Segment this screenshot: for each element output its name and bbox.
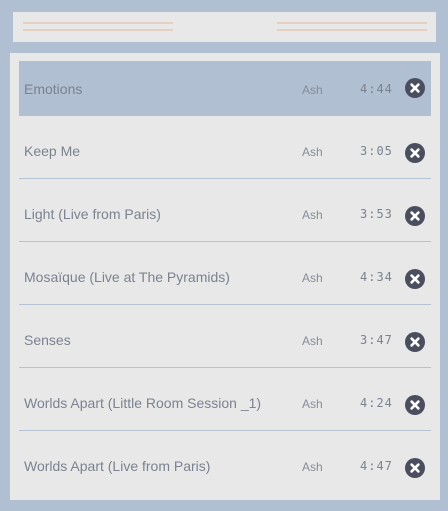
header-decoration-line	[277, 22, 427, 24]
remove-track-button[interactable]	[405, 269, 425, 289]
track-duration: 3:47	[360, 333, 393, 347]
track-duration: 4:24	[360, 396, 393, 410]
track-artist: Ash	[302, 271, 323, 285]
track-title: Worlds Apart (Live from Paris)	[24, 458, 211, 474]
track-row[interactable]: Worlds Apart (Little Room Session _1) As…	[19, 368, 431, 431]
track-artist: Ash	[302, 208, 323, 222]
track-title: Light (Live from Paris)	[24, 206, 161, 222]
track-duration: 4:47	[360, 459, 393, 473]
playlist-window: Emotions Ash 4:44 Keep Me Ash 3:05 Light…	[0, 0, 448, 511]
remove-track-button[interactable]	[405, 332, 425, 352]
track-artist: Ash	[302, 83, 323, 97]
playlist-panel: Emotions Ash 4:44 Keep Me Ash 3:05 Light…	[10, 53, 440, 500]
remove-track-button[interactable]	[405, 78, 425, 98]
header-decoration-line	[23, 22, 173, 24]
track-title: Senses	[24, 332, 71, 348]
track-duration: 4:34	[360, 270, 393, 284]
track-duration: 3:53	[360, 207, 393, 221]
track-title: Keep Me	[24, 143, 81, 159]
track-row[interactable]: Mosaïque (Live at The Pyramids) Ash 4:34	[19, 242, 431, 305]
remove-track-button[interactable]	[405, 143, 425, 163]
track-artist: Ash	[302, 145, 323, 159]
track-row[interactable]: Emotions Ash 4:44	[19, 61, 431, 116]
remove-track-button[interactable]	[405, 206, 425, 226]
header-decoration-line	[277, 29, 427, 31]
remove-track-button[interactable]	[405, 458, 425, 478]
track-duration: 3:05	[360, 144, 393, 158]
track-row[interactable]: Keep Me Ash 3:05	[19, 116, 431, 179]
close-icon	[410, 148, 420, 158]
track-title: Worlds Apart (Little Room Session _1)	[24, 395, 262, 411]
playlist-header	[13, 12, 436, 42]
close-icon	[410, 463, 420, 473]
track-duration: 4:44	[360, 82, 393, 96]
track-row[interactable]: Light (Live from Paris) Ash 3:53	[19, 179, 431, 242]
header-decoration-line	[23, 29, 173, 31]
track-artist: Ash	[302, 334, 323, 348]
close-icon	[410, 400, 420, 410]
close-icon	[410, 211, 420, 221]
track-artist: Ash	[302, 397, 323, 411]
close-icon	[410, 337, 420, 347]
track-artist: Ash	[302, 460, 323, 474]
track-row[interactable]: Senses Ash 3:47	[19, 305, 431, 368]
track-title: Emotions	[24, 81, 83, 97]
track-title: Mosaïque (Live at The Pyramids)	[24, 269, 230, 285]
close-icon	[410, 83, 420, 93]
close-icon	[410, 274, 420, 284]
track-row[interactable]: Worlds Apart (Live from Paris) Ash 4:47	[19, 431, 431, 494]
remove-track-button[interactable]	[405, 395, 425, 415]
